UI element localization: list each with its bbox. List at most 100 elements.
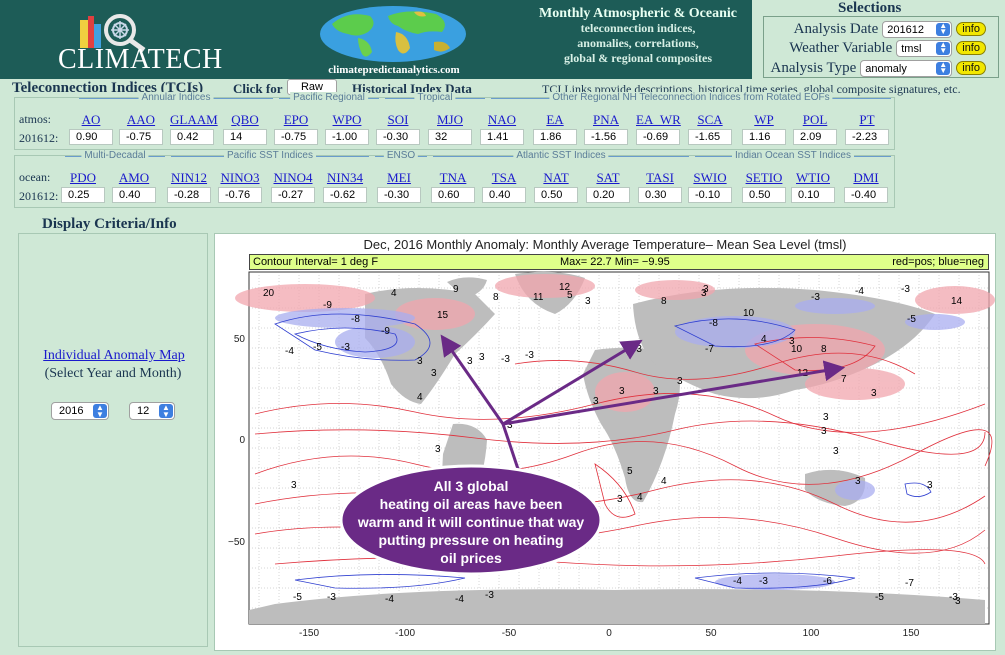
atmos-index-link[interactable]: POL xyxy=(793,112,837,127)
ocean-index-value: -0.28 xyxy=(167,187,211,203)
site-tagline: Monthly Atmospheric & Oceanic teleconnec… xyxy=(532,6,744,66)
contour-label-pos: 4 xyxy=(761,334,767,345)
ocean-index-link[interactable]: WTIO xyxy=(791,170,835,185)
atmos-index-value: -0.75 xyxy=(119,129,163,145)
atmos-index-link[interactable]: PNA xyxy=(584,112,628,127)
atmos-index-link[interactable]: SCA xyxy=(688,112,732,127)
annotation-line-4: putting pressure on heating xyxy=(378,532,563,548)
ocean-index-setio: SETIO 0.50 xyxy=(742,170,786,203)
atmos-index-link[interactable]: PT xyxy=(845,112,889,127)
contour-label: 3 xyxy=(479,352,485,363)
analysis-type-info-button[interactable]: info xyxy=(956,61,986,75)
group-tropical: Tropical xyxy=(385,92,485,108)
analysis-type-select[interactable]: anomaly ▲ ▼ xyxy=(860,59,953,77)
ocean-index-link[interactable]: NIN12 xyxy=(167,170,211,185)
atmos-index-link[interactable]: MJO xyxy=(428,112,472,127)
contour-label-pos: 3 xyxy=(617,494,623,505)
contour-label-pos: 8 xyxy=(821,344,827,355)
x-tick-label: 0 xyxy=(606,628,612,639)
updown-arrows-icon: ▲ ▼ xyxy=(93,404,107,419)
weather-variable-select[interactable]: tmsl ▲ ▼ xyxy=(896,39,953,57)
weather-variable-info-button[interactable]: info xyxy=(956,41,986,55)
contour-label-neg: -3 xyxy=(485,590,494,601)
ocean-row-label: ocean: xyxy=(19,170,51,184)
atmos-index-link[interactable]: EA xyxy=(533,112,577,127)
ocean-index-link[interactable]: PDO xyxy=(61,170,105,185)
ocean-index-link[interactable]: TASI xyxy=(638,170,682,185)
atmos-index-value: -0.75 xyxy=(274,129,318,145)
contour-label: 3 xyxy=(927,480,933,491)
ocean-index-value: -0.62 xyxy=(323,187,367,203)
analysis-date-info-button[interactable]: info xyxy=(956,22,986,36)
contour-label-pos: 7 xyxy=(841,374,847,385)
atmos-index-link[interactable]: WPO xyxy=(325,112,369,127)
atmos-index-link[interactable]: WP xyxy=(742,112,786,127)
contour-label-neg: -4 xyxy=(455,594,464,605)
atmos-index-link[interactable]: EA_WR xyxy=(636,112,681,127)
ocean-index-link[interactable]: SETIO xyxy=(742,170,786,185)
atmos-index-link[interactable]: SOI xyxy=(376,112,420,127)
atmos-index-pt: PT -2.23 xyxy=(845,112,889,145)
contour-label-neg: -3 xyxy=(525,350,534,361)
x-tick-label: 50 xyxy=(705,628,717,639)
site-header: CLIMATECH climatepredictanalytics.com Mo… xyxy=(0,0,752,79)
ocean-index-link[interactable]: SAT xyxy=(586,170,630,185)
atmos-index-link[interactable]: GLAAM xyxy=(170,112,218,127)
ocean-index-link[interactable]: DMI xyxy=(844,170,888,185)
site-url-link[interactable]: climatepredictanalytics.com xyxy=(316,64,472,76)
atmos-index-link[interactable]: EPO xyxy=(274,112,318,127)
tagline-line-3: anomalies, correlations, xyxy=(577,36,699,50)
contour-label-neg: -4 xyxy=(733,576,742,587)
atmos-row-label: atmos: xyxy=(19,112,51,126)
ocean-index-link[interactable]: MEI xyxy=(377,170,421,185)
contour-label: 3 xyxy=(585,296,591,307)
ocean-index-link[interactable]: NAT xyxy=(534,170,578,185)
contour-label-pos: 5 xyxy=(567,290,573,301)
month-select[interactable]: 12 ▲ ▼ xyxy=(129,402,175,420)
map-select-hint: (Select Year and Month) xyxy=(44,366,182,381)
contour-label-neg: -4 xyxy=(285,346,294,357)
ocean-index-link[interactable]: NIN34 xyxy=(323,170,367,185)
ocean-index-link[interactable]: NINO3 xyxy=(218,170,262,185)
atmos-index-link[interactable]: QBO xyxy=(223,112,267,127)
atmos-index-link[interactable]: AO xyxy=(69,112,113,127)
ocean-index-link[interactable]: NINO4 xyxy=(271,170,315,185)
ocean-index-value: -0.10 xyxy=(688,187,732,203)
x-tick-label: 100 xyxy=(803,628,820,639)
ocean-index-link[interactable]: TNA xyxy=(431,170,475,185)
year-select[interactable]: 2016 ▲ ▼ xyxy=(51,402,109,420)
ocean-index-value: -0.27 xyxy=(271,187,315,203)
individual-anomaly-map-link[interactable]: Individual Anomaly Map xyxy=(33,348,195,364)
contour-label: 3 xyxy=(435,444,441,455)
annotation-line-2: heating oil areas have been xyxy=(380,496,563,512)
ocean-date-label: 201612: xyxy=(19,189,59,203)
ocean-index-link[interactable]: AMO xyxy=(112,170,156,185)
atmos-index-link[interactable]: NAO xyxy=(480,112,524,127)
contour-label: 3 xyxy=(821,426,827,437)
contour-label: 3 xyxy=(855,476,861,487)
analysis-date-select[interactable]: 201612 ▲ ▼ xyxy=(882,20,953,38)
atmos-index-qbo: QBO 14 xyxy=(223,112,267,145)
ocean-index-wtio: WTIO 0.10 xyxy=(791,170,835,203)
atmos-date-label: 201612: xyxy=(19,131,59,145)
ocean-index-link[interactable]: SWIO xyxy=(688,170,732,185)
atmos-index-ao: AO 0.90 xyxy=(69,112,113,145)
contour-label-pos: 5 xyxy=(627,466,633,477)
atmos-index-link[interactable]: AAO xyxy=(119,112,163,127)
ocean-index-link[interactable]: TSA xyxy=(482,170,526,185)
atmospheric-indices-panel: Annular Indices Pacific Regional Tropica… xyxy=(14,92,895,150)
y-tick-label: 0 xyxy=(239,435,245,446)
contour-label-neg: -3 xyxy=(811,292,820,303)
x-tick-label: 150 xyxy=(903,628,920,639)
updown-arrows-icon: ▲ ▼ xyxy=(936,40,951,55)
ocean-index-nino3: NINO3 -0.76 xyxy=(218,170,262,203)
atmos-index-value: -1.00 xyxy=(325,129,369,145)
oceanic-indices-panel: Multi-Decadal Pacific SST Indices ENSO A… xyxy=(14,150,895,208)
contour-label-neg: -3 xyxy=(759,576,768,587)
analysis-type-row: Analysis Type anomaly ▲ ▼ info xyxy=(770,58,986,78)
contour-label-neg: -9 xyxy=(323,300,332,311)
contour-label-pos: 11 xyxy=(533,292,544,303)
contour-label-pos: 15 xyxy=(437,310,449,321)
ocean-index-mei: MEI -0.30 xyxy=(377,170,421,203)
contour-interval-text: Contour Interval= 1 deg F xyxy=(253,256,379,268)
